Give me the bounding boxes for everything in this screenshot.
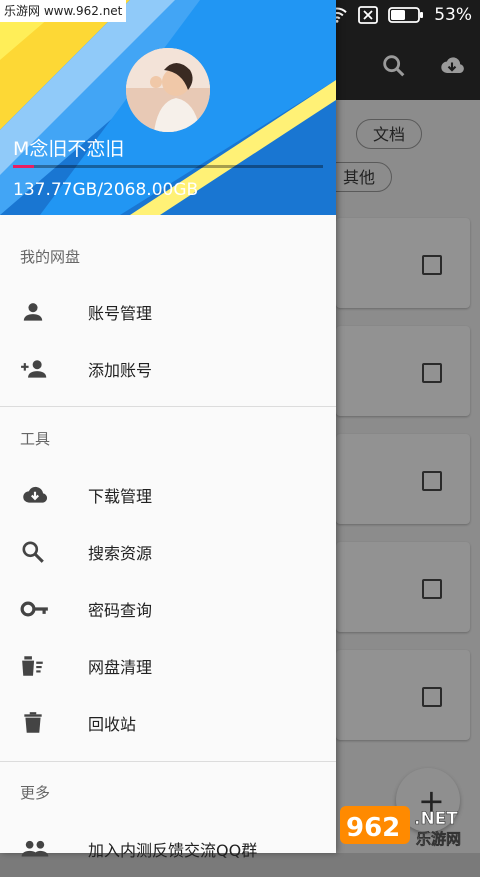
- logo-icon: 962 .NET 乐游网: [340, 806, 461, 848]
- divider: [0, 761, 336, 762]
- section-label-tools: 工具: [20, 430, 51, 448]
- drawer-header: M念旧不恋旧 137.77GB/2068.00GB: [0, 0, 336, 215]
- menu-item-account-management[interactable]: 账号管理: [0, 283, 336, 340]
- menu-item-label: 回收站: [88, 715, 137, 734]
- menu-item-label: 密码查询: [88, 601, 153, 620]
- file-checkbox[interactable]: [422, 687, 442, 707]
- file-card[interactable]: [336, 542, 470, 632]
- svg-text:962: 962: [346, 813, 400, 843]
- menu-item-label: 网盘清理: [88, 658, 153, 677]
- clean-icon: [22, 656, 43, 676]
- menu-item-label: 添加账号: [88, 361, 153, 380]
- file-card[interactable]: [336, 650, 470, 740]
- trash-icon: [24, 712, 42, 733]
- search-icon: [22, 541, 44, 563]
- menu-item-label: 搜索资源: [88, 544, 153, 563]
- battery-icon: [388, 7, 424, 23]
- divider: [0, 406, 336, 407]
- cloud-download-icon[interactable]: [436, 52, 468, 80]
- menu-item-join-qq-group[interactable]: 加入内测反馈交流QQ群: [0, 820, 336, 877]
- site-logo-watermark: 962 .NET 乐游网: [340, 800, 474, 850]
- quota-text: 137.77GB/2068.00GB: [13, 180, 199, 200]
- person-icon: [23, 303, 43, 321]
- menu-item-search-resources[interactable]: 搜索资源: [0, 523, 336, 580]
- file-checkbox[interactable]: [422, 255, 442, 275]
- username: M念旧不恋旧: [13, 138, 125, 160]
- svg-text:.NET: .NET: [414, 809, 458, 829]
- cloud-download-icon: [23, 486, 48, 503]
- svg-text:乐游网: 乐游网: [416, 830, 461, 848]
- person-add-icon: [21, 360, 47, 378]
- file-checkbox[interactable]: [422, 363, 442, 383]
- menu-item-download-management[interactable]: 下载管理: [0, 466, 336, 523]
- menu-item-label: 账号管理: [88, 304, 153, 323]
- search-icon[interactable]: [380, 52, 408, 80]
- quota-progress-fill: [13, 165, 34, 168]
- site-watermark-tag: 乐游网 www.962.net: [0, 0, 127, 22]
- navigation-drawer: M念旧不恋旧 137.77GB/2068.00GB 我的网盘 账号管理 添加账号…: [0, 0, 336, 860]
- avatar[interactable]: [126, 48, 210, 132]
- file-checkbox[interactable]: [422, 579, 442, 599]
- file-checkbox[interactable]: [422, 471, 442, 491]
- menu-item-recycle-bin[interactable]: 回收站: [0, 694, 336, 751]
- menu-item-disk-cleanup[interactable]: 网盘清理: [0, 637, 336, 694]
- section-label-more: 更多: [20, 784, 51, 802]
- menu-item-label: 加入内测反馈交流QQ群: [88, 841, 258, 860]
- file-card[interactable]: [336, 434, 470, 524]
- filter-chip-docs[interactable]: 文档: [356, 119, 423, 149]
- key-icon: [20, 601, 48, 617]
- no-sim-icon: [358, 6, 379, 24]
- battery-percent: 53%: [434, 5, 472, 25]
- file-card[interactable]: [336, 218, 470, 308]
- menu-item-label: 下载管理: [88, 487, 153, 506]
- avatar-image: [126, 48, 210, 132]
- file-card[interactable]: [336, 326, 470, 416]
- group-icon: [21, 840, 49, 857]
- menu-item-add-account[interactable]: 添加账号: [0, 340, 336, 397]
- section-label-my-netdisk: 我的网盘: [20, 248, 81, 266]
- quota-progress-bar: [13, 165, 323, 168]
- menu-item-password-lookup[interactable]: 密码查询: [0, 580, 336, 637]
